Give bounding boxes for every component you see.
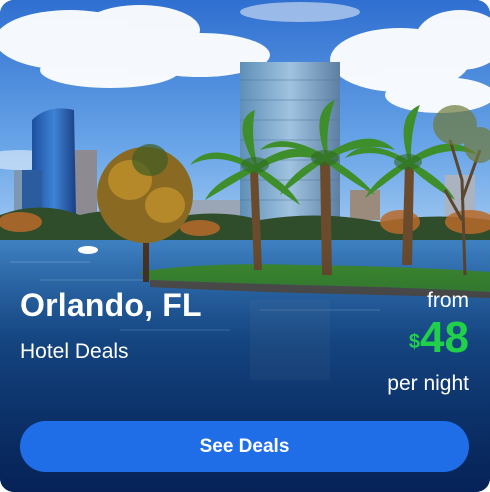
price-amount: 48: [420, 313, 469, 362]
photo-gradient-overlay: [0, 0, 490, 492]
deal-type-label: Hotel Deals: [20, 340, 129, 363]
currency-symbol: $: [408, 331, 421, 353]
destination-city: Orlando, FL: [20, 287, 202, 323]
price-from-label: from: [427, 289, 469, 312]
see-deals-button[interactable]: See Deals: [20, 421, 469, 472]
price-block: from $48 per night: [309, 290, 469, 396]
price-value: $48: [309, 316, 469, 370]
hotel-deal-card[interactable]: Orlando, FL Hotel Deals from $48 per nig…: [0, 0, 490, 492]
price-unit-label: per night: [387, 372, 469, 395]
